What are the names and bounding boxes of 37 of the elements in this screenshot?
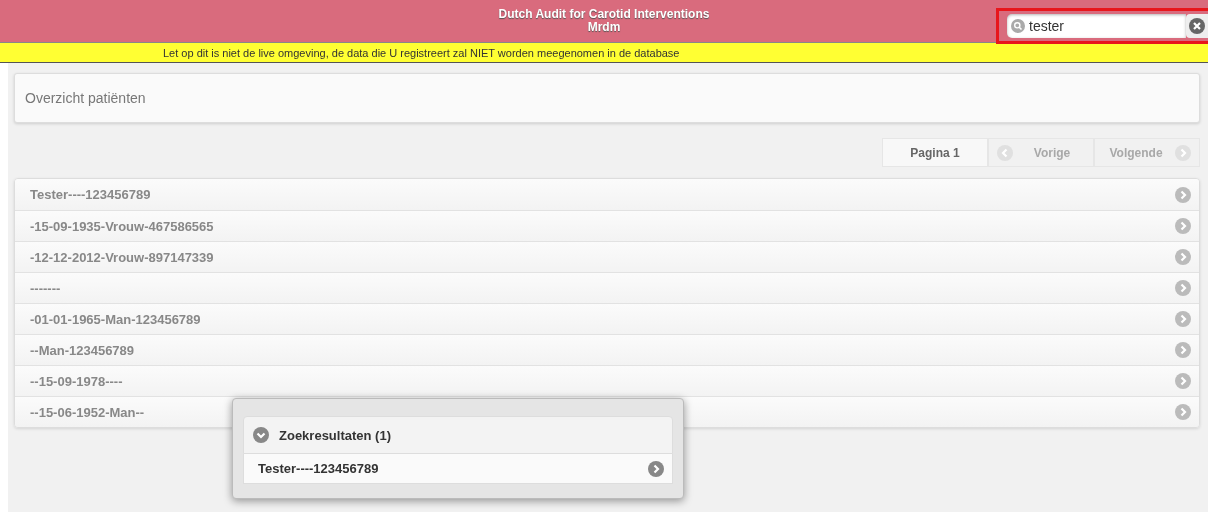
patient-row[interactable]: --Man-123456789 xyxy=(15,334,1199,365)
notice-text: Let op dit is niet de live omgeving, de data die U registreert zal NIET worden meegenomen in de database xyxy=(163,46,680,59)
patient-label: --Man-123456789 xyxy=(30,342,135,358)
patient-label: ------- xyxy=(30,280,61,296)
patient-row[interactable]: --15-09-1978---- xyxy=(15,365,1199,396)
patient-label: -01-01-1965-Man-123456789 xyxy=(30,311,201,327)
chevron-right-icon xyxy=(1175,280,1191,296)
chevron-right-icon xyxy=(1175,311,1191,327)
search-field[interactable]: tester xyxy=(1007,14,1186,38)
search-icon xyxy=(1011,19,1025,33)
chevron-right-icon xyxy=(648,460,664,477)
patient-label: --15-09-1978---- xyxy=(30,373,123,389)
patient-row[interactable]: Tester----123456789 xyxy=(15,179,1199,210)
result-row[interactable]: Tester----123456789 xyxy=(243,454,673,484)
patient-label: -12-12-2012-Vrouw-897147339 xyxy=(30,249,214,265)
chevron-right-icon xyxy=(1175,373,1191,389)
chevron-right-icon xyxy=(1175,342,1191,358)
patient-row[interactable]: -01-01-1965-Man-123456789 xyxy=(15,303,1199,334)
patient-row[interactable]: -15-09-1935-Vrouw-467586565 xyxy=(15,210,1199,241)
patient-label: Tester----123456789 xyxy=(30,187,151,202)
chevron-right-icon xyxy=(1175,249,1191,265)
chevron-down-icon xyxy=(253,427,269,443)
pagination-button[interactable]: Pagina 1 xyxy=(882,138,988,167)
chevron-right-icon xyxy=(1175,404,1191,420)
patient-label: -15-09-1935-Vrouw-467586565 xyxy=(30,218,214,234)
app-subtitle: Mrdm xyxy=(586,21,622,34)
panel-title: Overzicht patiënten xyxy=(14,73,1200,123)
patient-label: --15-06-1952-Man-- xyxy=(30,404,145,420)
clear-button[interactable] xyxy=(1186,14,1208,38)
patient-row[interactable]: -12-12-2012-Vrouw-897147339 xyxy=(15,241,1199,272)
app-title: Dutch Audit for Carotid Interventions xyxy=(498,8,710,21)
chevron-right-icon xyxy=(1175,186,1191,203)
close-icon xyxy=(1189,18,1205,34)
patient-row[interactable]: ------- xyxy=(15,272,1199,303)
result-label: Tester----123456789 xyxy=(258,461,379,476)
results-header[interactable]: Zoekresultaten (1) xyxy=(243,416,673,454)
chevron-right-icon xyxy=(1175,218,1191,234)
